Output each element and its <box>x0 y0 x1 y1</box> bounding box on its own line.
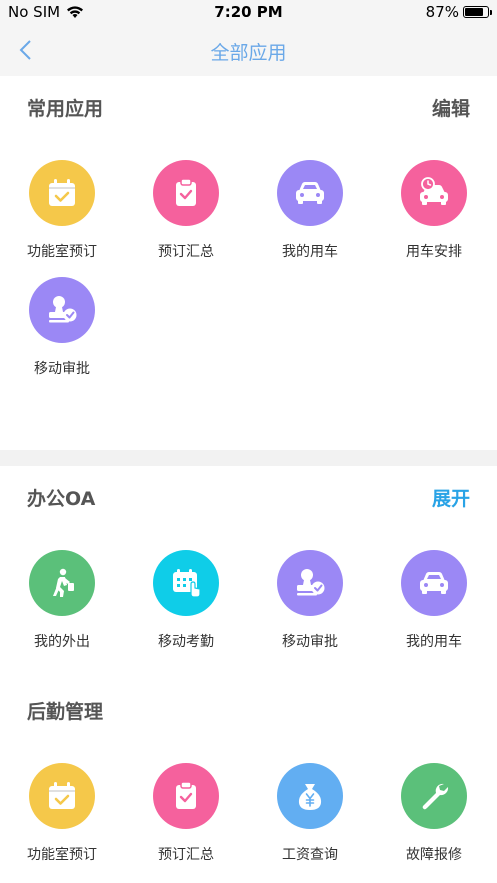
app-label: 预订汇总 <box>158 244 214 260</box>
app-label: 移动审批 <box>34 361 90 377</box>
status-time: 7:20 PM <box>214 3 283 21</box>
app-item[interactable]: 移动审批 <box>248 550 372 660</box>
app-label: 工资查询 <box>282 847 338 863</box>
app-item[interactable]: 我的用车 <box>248 160 372 270</box>
app-item[interactable]: 工资查询 <box>248 763 372 873</box>
clipboard-check-icon <box>153 763 219 829</box>
app-label: 功能室预订 <box>27 847 97 863</box>
battery-percent: 87% <box>425 3 459 21</box>
calendar-check-icon <box>29 763 95 829</box>
battery-fill <box>465 8 483 16</box>
expand-button[interactable]: 展开 <box>432 484 470 511</box>
app-item[interactable]: 预订汇总 <box>124 763 248 873</box>
nav-bar: 全部应用 <box>0 24 497 76</box>
calendar-touch-icon <box>153 550 219 616</box>
app-label: 移动审批 <box>282 634 338 650</box>
car-clock-icon <box>401 160 467 226</box>
section-header-common: 常用应用 编辑 <box>0 94 497 124</box>
app-item[interactable]: 用车安排 <box>372 160 496 270</box>
section-header-logistics: 后勤管理 <box>0 697 497 727</box>
app-label: 预订汇总 <box>158 847 214 863</box>
app-label: 我的用车 <box>282 244 338 260</box>
app-label: 我的外出 <box>34 634 90 650</box>
edit-button[interactable]: 编辑 <box>432 94 470 121</box>
car-icon <box>401 550 467 616</box>
walking-person-icon <box>29 550 95 616</box>
app-item[interactable]: 功能室预订 <box>0 763 124 873</box>
section-header-oa: 办公OA 展开 <box>0 484 497 514</box>
car-icon <box>277 160 343 226</box>
section-divider <box>0 450 497 466</box>
money-bag-icon <box>277 763 343 829</box>
app-item[interactable]: 功能室预订 <box>0 160 124 270</box>
app-item[interactable]: 我的用车 <box>372 550 496 660</box>
status-bar: No SIM 7:20 PM 87% <box>0 0 497 24</box>
app-label: 用车安排 <box>406 244 462 260</box>
app-item[interactable]: 预订汇总 <box>124 160 248 270</box>
section-title-oa: 办公OA <box>27 488 96 510</box>
calendar-check-icon <box>29 160 95 226</box>
section-title-common: 常用应用 <box>27 98 104 120</box>
app-item[interactable]: 移动考勤 <box>124 550 248 660</box>
battery-icon <box>463 6 492 18</box>
app-label: 功能室预订 <box>27 244 97 260</box>
app-label: 我的用车 <box>406 634 462 650</box>
stamp-icon <box>29 277 95 343</box>
stamp-icon <box>277 550 343 616</box>
clipboard-check-icon <box>153 160 219 226</box>
app-label: 故障报修 <box>406 847 462 863</box>
wrench-icon <box>401 763 467 829</box>
page-title: 全部应用 <box>210 42 287 64</box>
status-battery-group: 87% <box>425 3 492 21</box>
app-item[interactable]: 我的外出 <box>0 550 124 660</box>
app-label: 移动考勤 <box>158 634 214 650</box>
app-item[interactable]: 故障报修 <box>372 763 496 873</box>
app-item[interactable]: 移动审批 <box>0 277 124 387</box>
section-title-logistics: 后勤管理 <box>27 701 104 723</box>
